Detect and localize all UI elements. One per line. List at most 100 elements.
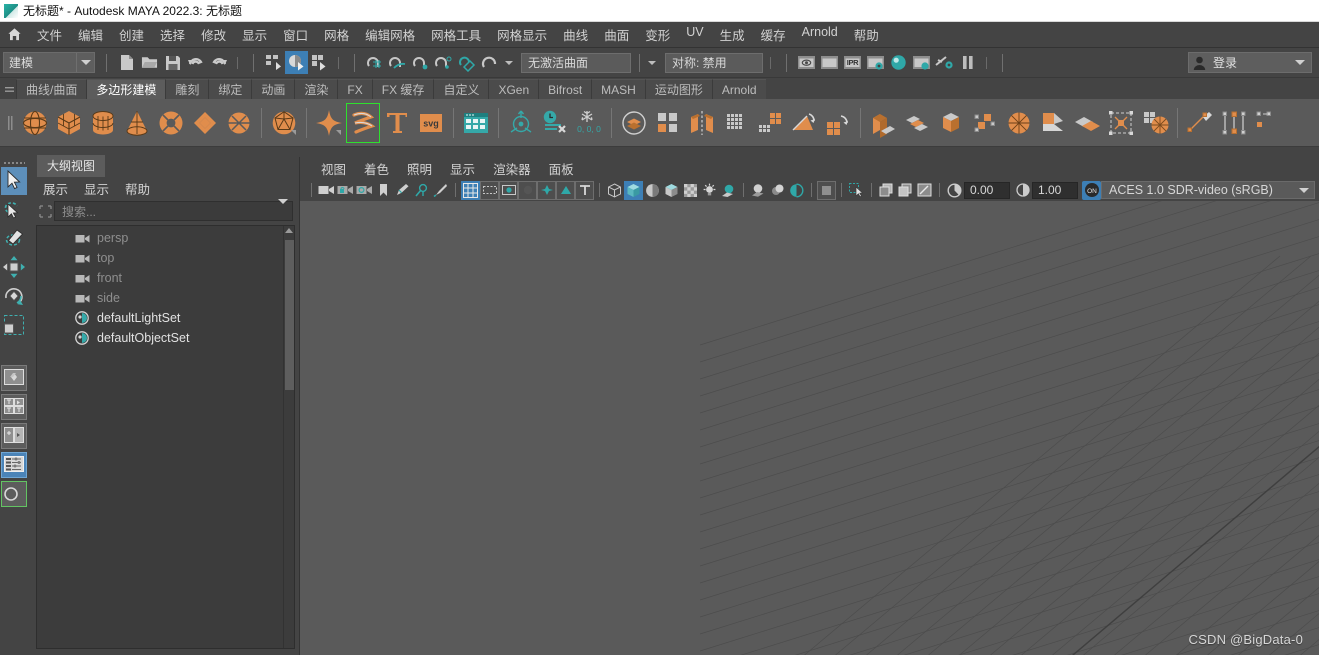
color-space-dropdown[interactable]: ACES 1.0 SDR-video (sRGB) xyxy=(1101,181,1315,199)
pause-render-icon[interactable] xyxy=(956,51,979,74)
camera-bookmark-icon[interactable] xyxy=(355,181,374,200)
paint-effects-icon[interactable] xyxy=(431,181,450,200)
menu-item-6[interactable]: 窗口 xyxy=(275,23,316,46)
polygon-sphere-icon[interactable] xyxy=(18,103,52,143)
outliner-item-front[interactable]: front xyxy=(37,268,294,288)
ipr-render-icon[interactable]: IPR xyxy=(841,51,864,74)
textured-icon[interactable] xyxy=(681,181,700,200)
chevron-down-icon[interactable] xyxy=(76,53,94,72)
gate-mask-icon[interactable] xyxy=(518,180,537,200)
paint-select-tool-button[interactable] xyxy=(1,225,27,253)
bevel-icon[interactable] xyxy=(787,103,821,143)
layout-single-perspective-button[interactable] xyxy=(1,365,27,391)
home-icon[interactable] xyxy=(3,24,25,46)
viewport-menu-4[interactable]: 渲染器 xyxy=(484,158,540,179)
menu-item-18[interactable]: 帮助 xyxy=(846,23,887,46)
polygon-plane-icon[interactable] xyxy=(188,103,222,143)
menu-item-4[interactable]: 修改 xyxy=(193,23,234,46)
shelf-grip-icon[interactable] xyxy=(2,79,16,99)
uv-layout-icon[interactable] xyxy=(1251,103,1285,143)
exposure-icon[interactable] xyxy=(945,181,964,200)
mirror-icon[interactable] xyxy=(685,103,719,143)
viewport-menu-5[interactable]: 面板 xyxy=(540,158,583,179)
sign-in-dropdown[interactable]: 登录 xyxy=(1188,52,1312,73)
outliner-menu-1[interactable]: 显示 xyxy=(77,178,116,199)
outliner-scrollbar[interactable] xyxy=(283,226,294,648)
shadows-icon[interactable] xyxy=(749,181,768,200)
menu-item-9[interactable]: 网格工具 xyxy=(423,23,489,46)
render-settings-icon[interactable] xyxy=(864,51,887,74)
modeling-toolkit-icon[interactable] xyxy=(459,103,493,143)
resolution-gate-icon[interactable] xyxy=(499,180,518,200)
extrude-icon[interactable] xyxy=(821,103,855,143)
polygon-superellipse-icon[interactable] xyxy=(312,103,346,143)
outliner-menu-2[interactable]: 帮助 xyxy=(118,178,157,199)
polygon-torus-icon[interactable] xyxy=(154,103,188,143)
toolbox-grip-icon[interactable] xyxy=(3,160,25,165)
ambient-occlusion-icon[interactable] xyxy=(768,181,787,200)
use-default-lighting-icon[interactable] xyxy=(700,181,719,200)
search-input[interactable]: 搜索... xyxy=(54,199,293,221)
snap-to-grid-icon[interactable] xyxy=(363,51,386,74)
move-tool-button[interactable] xyxy=(1,254,27,282)
polygon-cylinder-icon[interactable] xyxy=(86,103,120,143)
rotate-tool-button[interactable] xyxy=(1,283,27,311)
outliner-item-side[interactable]: side xyxy=(37,288,294,308)
motion-blur-icon[interactable] xyxy=(787,181,806,200)
grid-toggle-icon[interactable] xyxy=(461,180,480,200)
film-origin-icon[interactable] xyxy=(537,180,556,200)
polygon-disc-icon[interactable] xyxy=(222,103,256,143)
chevron-down-icon[interactable] xyxy=(505,60,513,65)
menu-item-13[interactable]: 变形 xyxy=(637,23,678,46)
menu-item-7[interactable]: 网格 xyxy=(316,23,357,46)
grease-pencil-icon[interactable] xyxy=(393,181,412,200)
symmetry-field[interactable]: 对称: 禁用 xyxy=(665,52,763,73)
multi-cut-icon[interactable] xyxy=(968,103,1002,143)
shelf-tab-9[interactable]: XGen xyxy=(488,79,539,99)
xray-icon[interactable] xyxy=(877,181,896,200)
separate-icon[interactable] xyxy=(651,103,685,143)
shelf-tab-2[interactable]: 雕刻 xyxy=(165,79,209,99)
xray-active-components-icon[interactable] xyxy=(915,181,934,200)
make-live-icon[interactable] xyxy=(478,51,501,74)
smooth-icon[interactable] xyxy=(719,103,753,143)
shelf-tab-7[interactable]: FX 缓存 xyxy=(371,79,434,99)
platonic-solid-icon[interactable] xyxy=(267,103,301,143)
outliner-list[interactable]: persp top front side defaultLightSet defaultO… xyxy=(36,225,295,649)
undo-icon[interactable] xyxy=(184,51,207,74)
layout-hypershade-button[interactable] xyxy=(1,481,27,507)
shelf-tab-12[interactable]: 运动图形 xyxy=(644,79,712,99)
lasso-tool-button[interactable] xyxy=(1,196,27,224)
menu-item-12[interactable]: 曲面 xyxy=(596,23,637,46)
combine-icon[interactable] xyxy=(617,103,651,143)
chevron-down-icon[interactable] xyxy=(278,199,288,218)
scale-tool-button[interactable] xyxy=(1,312,27,340)
active-surface-field[interactable]: 无激活曲面 xyxy=(521,52,631,73)
delete-history-icon[interactable] xyxy=(538,103,572,143)
sculpt-icon[interactable] xyxy=(1138,103,1172,143)
isolate-select-icon[interactable] xyxy=(817,180,836,200)
type-tool-icon[interactable] xyxy=(380,103,414,143)
shelf-tab-4[interactable]: 动画 xyxy=(251,79,295,99)
layout-two-pane-button[interactable] xyxy=(1,423,27,449)
shelf-tab-13[interactable]: Arnold xyxy=(711,79,766,99)
layout-four-view-button[interactable] xyxy=(1,394,27,420)
select-by-component-type-icon[interactable] xyxy=(308,51,331,74)
chevron-down-icon[interactable] xyxy=(1294,187,1314,193)
svg-tool-icon[interactable]: svg xyxy=(414,103,448,143)
exposure-value[interactable]: 0.00 xyxy=(964,181,1010,199)
shelf-row-grip-icon[interactable] xyxy=(2,101,18,145)
polygon-cone-icon[interactable] xyxy=(120,103,154,143)
polygon-helix-icon[interactable] xyxy=(346,102,380,143)
shelf-tab-11[interactable]: MASH xyxy=(591,79,645,99)
shelf-tab-5[interactable]: 渲染 xyxy=(294,79,338,99)
redo-previous-render-icon[interactable] xyxy=(818,51,841,74)
new-scene-icon[interactable] xyxy=(115,51,138,74)
target-weld-icon[interactable] xyxy=(1104,103,1138,143)
gamma-value[interactable]: 1.00 xyxy=(1032,181,1078,199)
snap-to-projected-center-icon[interactable] xyxy=(432,51,455,74)
lock-camera-icon[interactable] xyxy=(336,181,355,200)
image-plane-icon[interactable] xyxy=(412,181,431,200)
outliner-menu-0[interactable]: 展示 xyxy=(36,178,75,199)
append-polygon-icon[interactable] xyxy=(1070,103,1104,143)
